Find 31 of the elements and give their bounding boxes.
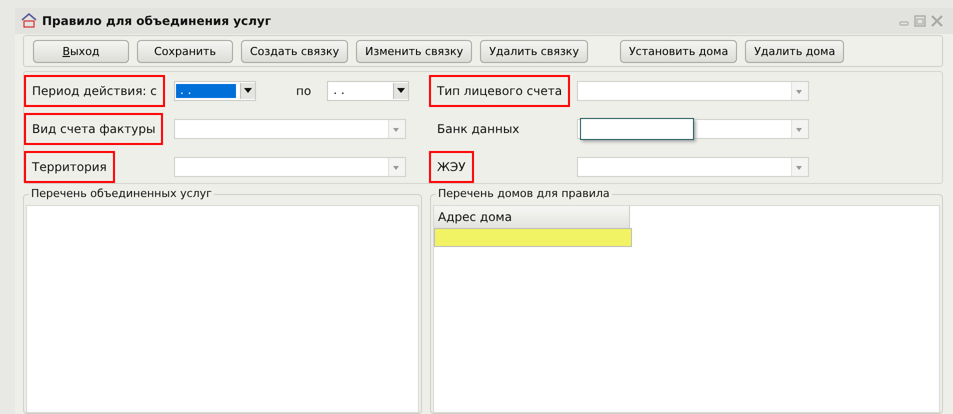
combo-box[interactable] — [174, 157, 406, 177]
date-field[interactable]: . . — [174, 81, 256, 101]
date-value: . . — [176, 84, 236, 98]
combo-box[interactable] — [577, 81, 809, 101]
field-label: ЖЭУ — [429, 151, 474, 183]
to-label: по — [296, 84, 312, 98]
date-value: . . — [332, 84, 346, 98]
toolbar-button[interactable]: Удалить связку — [480, 40, 588, 62]
maximize-icon[interactable] — [914, 15, 926, 27]
combo-box[interactable] — [577, 157, 809, 177]
close-icon[interactable] — [931, 15, 943, 27]
toolbar-button[interactable]: Создать связку — [241, 40, 348, 62]
toolbar-button[interactable]: Изменить связку — [356, 40, 472, 62]
house-icon — [21, 13, 37, 29]
field-label: Вид счета фактуры — [24, 113, 164, 145]
input-field[interactable] — [580, 118, 694, 140]
column-header[interactable]: Адрес дома — [434, 206, 630, 228]
toolbar-button[interactable]: Удалить дома — [745, 40, 844, 62]
toolbar-button[interactable]: Сохранить — [137, 40, 233, 62]
field-label: Тип лицевого счета — [429, 75, 570, 107]
field-label: Территория — [24, 151, 115, 183]
window-title: Правило для объединения услуг — [42, 14, 272, 28]
table-row[interactable] — [434, 228, 632, 247]
period-label: Период действия: с — [24, 75, 165, 107]
group-title: Перечень домов для правила — [436, 187, 612, 200]
group-title: Перечень объединенных услуг — [29, 187, 214, 200]
date-field[interactable]: . . — [327, 81, 410, 101]
combo-box[interactable] — [174, 119, 406, 139]
field-label: Банк данных — [436, 121, 520, 138]
toolbar-button[interactable]: Выход — [33, 40, 129, 62]
toolbar-button[interactable]: Установить дома — [620, 40, 738, 62]
